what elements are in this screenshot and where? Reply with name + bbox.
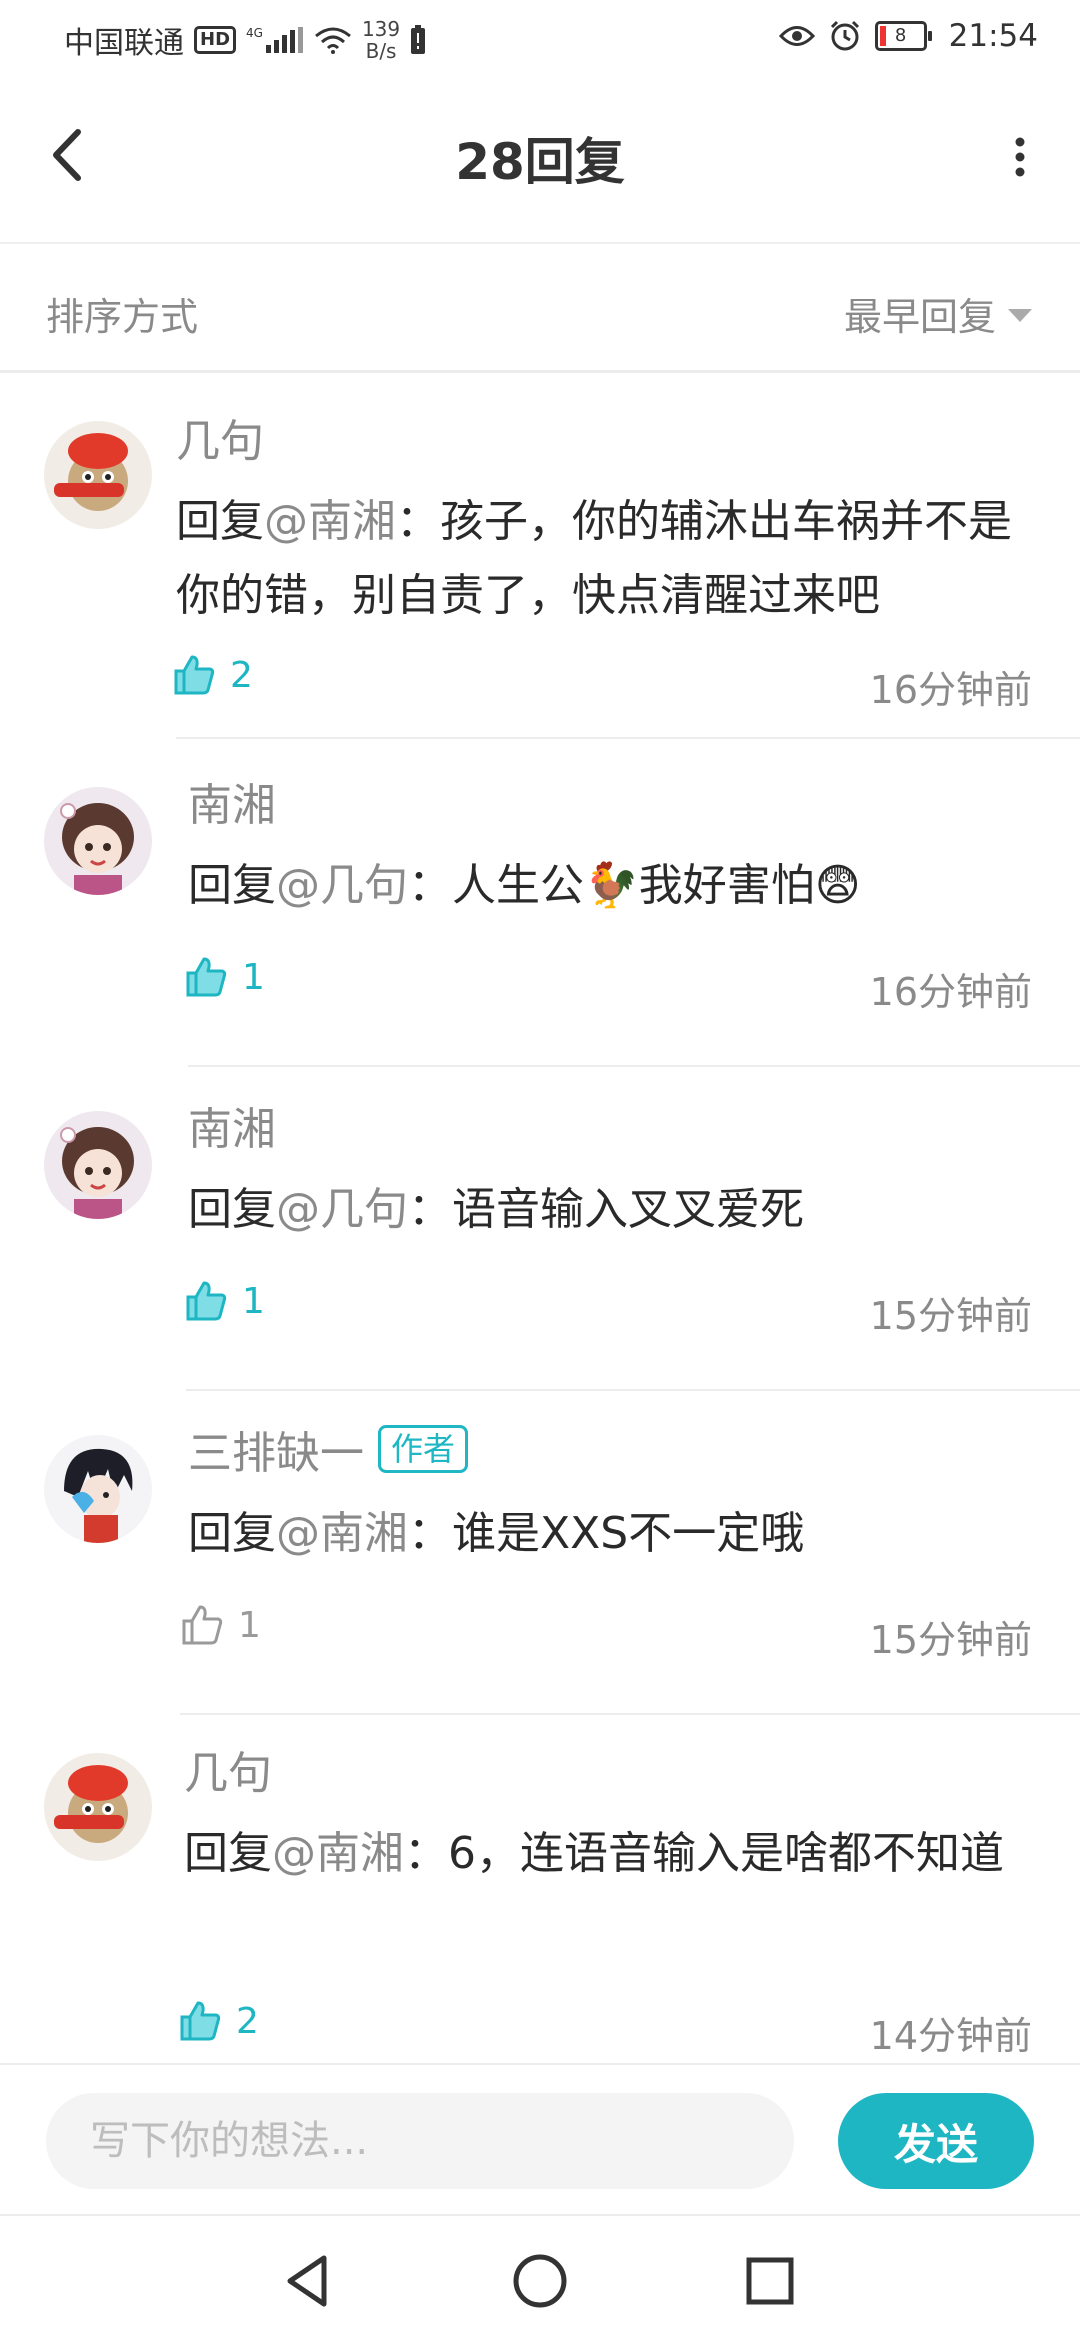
net-speed-unit: B/s [365,39,397,63]
username-text: 南湘 [188,1104,276,1155]
username[interactable]: 三排缺一 作者 [188,1417,469,1481]
list-item: 南湘 回复@几句：语音输入叉叉爱死 1 15分钟前 [0,1065,1080,1391]
reply-list[interactable]: 几句 回复@南湘：孩子，你的辅沐出车祸并不是你的错，别自责了，快点清醒过来吧 2… [0,373,1080,2063]
reply-prefix: 回复 [188,1508,276,1559]
nav-recents-button[interactable] [735,2246,805,2316]
mention-link[interactable]: @几句 [276,1184,408,1235]
mention-link[interactable]: @南湘 [276,1508,408,1559]
thumbs-up-icon [174,655,215,695]
username-text: 三排缺一 [188,1428,364,1479]
thumbs-up-outline-icon [182,1605,223,1645]
thumbs-up-icon [186,957,227,997]
comment-text: 回复@南湘：孩子，你的辅沐出车祸并不是你的错，别自责了，快点清醒过来吧 [176,485,1032,633]
list-item: 三排缺一 作者 回复@南湘：谁是XXS不一定哦 1 15分钟前 [0,1389,1080,1715]
status-bar: 中国联通 HD 4G 139 B/s 8 21:54 [0,0,1080,78]
avatar[interactable] [44,1435,152,1543]
status-right: 8 21:54 [778,18,1038,54]
reply-prefix: 回复 [188,860,276,911]
like-count: 2 [230,654,253,696]
username-text: 南湘 [188,780,276,831]
sort-dropdown[interactable]: 最早回复 [844,286,1032,341]
like-count: 1 [238,1604,261,1646]
like-button[interactable]: 2 [172,653,253,697]
battery-saver-icon [411,25,426,54]
circle-home-icon [513,2254,567,2308]
comment-body: ：6，连语音输入是啥都不知道 [404,1828,1004,1879]
system-nav-bar [0,2214,1080,2342]
username[interactable]: 南湘 [188,1093,276,1157]
mention-link[interactable]: @南湘 [272,1828,404,1879]
net-speed: 139 B/s [362,18,400,62]
square-recents-icon [746,2257,794,2305]
carrier-name: 中国联通 [64,26,184,61]
wifi-icon [315,27,351,54]
like-button[interactable]: 1 [184,955,265,999]
thumbs-up-icon [180,2001,221,2041]
list-item: 几句 回复@南湘：孩子，你的辅沐出车祸并不是你的错，别自责了，快点清醒过来吧 2… [0,373,1080,739]
comment-text: 回复@南湘：谁是XXS不一定哦 [188,1497,1032,1571]
page-title: 28回复 [455,133,625,191]
timestamp: 16分钟前 [869,668,1032,712]
comment-text: 回复@几句：语音输入叉叉爱死 [188,1173,1032,1247]
list-item: 几句 回复@南湘：6，连语音输入是啥都不知道 2 14分钟前 [0,1715,1080,2063]
mention-link[interactable]: @南湘 [264,496,396,547]
signal-icon: 4G [246,27,304,53]
mention-link[interactable]: @几句 [276,860,408,911]
alarm-icon [830,20,859,51]
eye-icon [778,26,815,46]
top-bar: 28回复 [0,78,1080,244]
more-button[interactable] [992,122,1048,192]
network-type: 4G [246,26,263,40]
reply-prefix: 回复 [184,1828,272,1879]
chevron-down-icon [1008,309,1032,322]
list-item: 南湘 回复@几句：人生公🐓我好害怕😨 1 16分钟前 [0,739,1080,1067]
timestamp: 16分钟前 [869,970,1032,1014]
thumbs-up-icon [186,1281,227,1321]
net-speed-value: 139 [361,17,401,41]
username[interactable]: 几句 [184,1737,272,1801]
timestamp: 14分钟前 [869,2014,1032,2058]
like-button[interactable]: 2 [178,1999,259,2043]
avatar[interactable] [44,421,152,529]
like-count: 1 [242,1280,265,1322]
username-text: 几句 [184,1748,272,1799]
comment-input[interactable] [46,2093,794,2189]
comment-body: ：语音输入叉叉爱死 [408,1184,804,1235]
hd-badge: HD [194,26,237,54]
like-count: 1 [242,956,265,998]
comment-body: ：谁是XXS不一定哦 [408,1508,805,1559]
nav-home-button[interactable] [505,2246,575,2316]
comment-body: ：人生公🐓我好害怕😨 [408,860,861,911]
username[interactable]: 几句 [176,405,264,469]
comment-text: 回复@几句：人生公🐓我好害怕😨 [188,849,1032,923]
avatar[interactable] [44,1111,152,1219]
comment-text: 回复@南湘：6，连语音输入是啥都不知道 [184,1817,1032,1891]
author-badge: 作者 [378,1425,469,1473]
reply-prefix: 回复 [176,496,264,547]
avatar[interactable] [44,787,152,895]
more-vertical-icon [1015,137,1025,177]
reply-prefix: 回复 [188,1184,276,1235]
battery-icon: 8 [874,21,932,51]
timestamp: 15分钟前 [869,1618,1032,1662]
comment-input-bar: 发送 [0,2063,1080,2215]
battery-level: 8 [894,25,907,46]
like-count: 2 [236,2000,259,2042]
sort-selected: 最早回复 [843,295,996,339]
avatar[interactable] [44,1753,152,1861]
nav-back-button[interactable] [274,2246,344,2316]
status-left: 中国联通 HD 4G 139 B/s [64,18,426,62]
clock: 21:54 [948,18,1038,54]
sort-bar: 排序方式 最早回复 [0,244,1080,373]
timestamp: 15分钟前 [869,1294,1032,1338]
username-text: 几句 [176,416,264,467]
send-button[interactable]: 发送 [838,2093,1034,2189]
sort-label: 排序方式 [46,295,199,339]
triangle-back-icon [287,2255,327,2307]
username[interactable]: 南湘 [188,769,276,833]
like-button[interactable]: 1 [180,1603,261,1647]
like-button[interactable]: 1 [184,1279,265,1323]
